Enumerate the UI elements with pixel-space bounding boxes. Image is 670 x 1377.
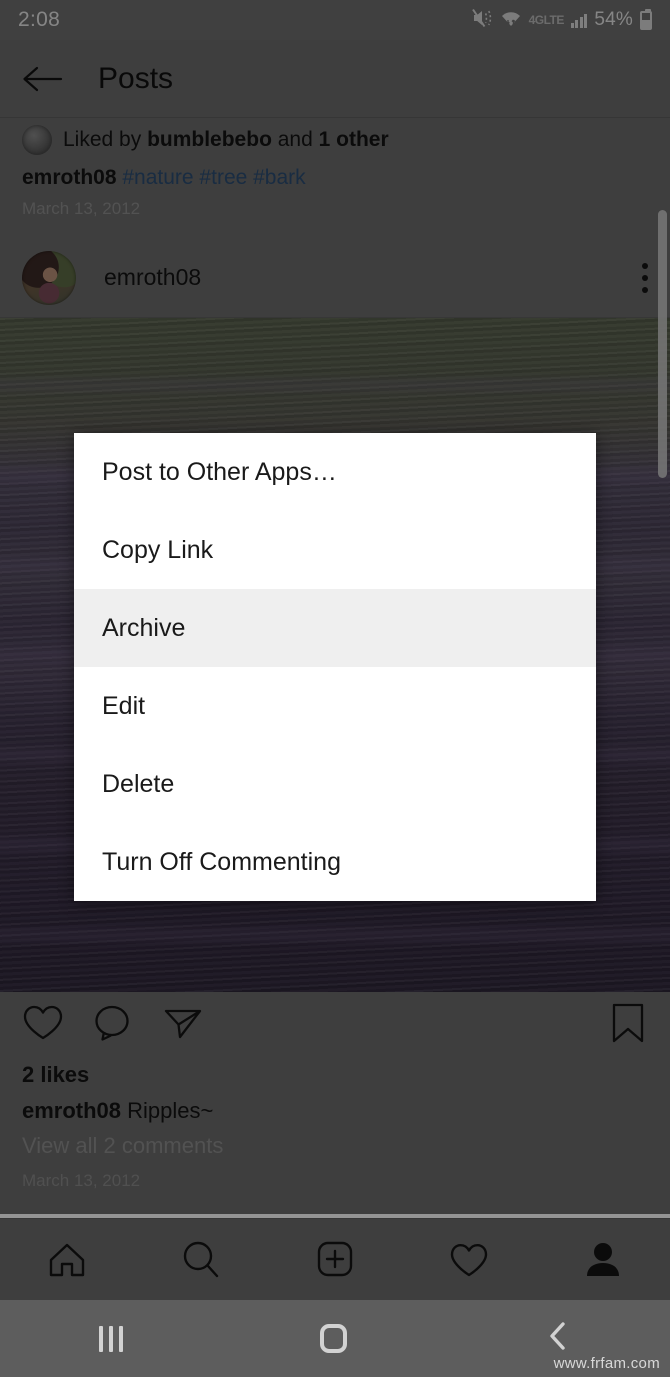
recents-icon[interactable] bbox=[98, 1325, 123, 1352]
likes-count[interactable]: 2 likes bbox=[22, 1062, 648, 1088]
avatar[interactable] bbox=[22, 250, 76, 305]
app-header: Posts bbox=[0, 40, 670, 118]
menu-item-turn-off-commenting[interactable]: Turn Off Commenting bbox=[74, 823, 596, 901]
previous-post-username[interactable]: emroth08 bbox=[22, 166, 117, 189]
back-arrow-icon[interactable] bbox=[20, 64, 64, 94]
menu-item-edit[interactable]: Edit bbox=[74, 667, 596, 745]
activity-heart-icon[interactable] bbox=[445, 1237, 493, 1283]
menu-item-post-to-other-apps[interactable]: Post to Other Apps… bbox=[74, 433, 596, 511]
mute-icon bbox=[471, 8, 493, 33]
liked-by-username[interactable]: bumblebebo bbox=[147, 128, 272, 151]
home-icon[interactable] bbox=[43, 1237, 91, 1283]
heart-icon[interactable] bbox=[22, 1004, 64, 1042]
back-button-icon[interactable] bbox=[545, 1321, 571, 1356]
status-bar-indicators: 4GLTE 54% bbox=[471, 8, 652, 33]
wifi-icon bbox=[500, 8, 522, 33]
liked-by-text: Liked by bumblebebo and 1 other bbox=[63, 128, 389, 152]
caption-text: Ripples~ bbox=[121, 1098, 214, 1123]
previous-post-date: March 13, 2012 bbox=[22, 199, 141, 218]
post-date: March 13, 2012 bbox=[22, 1171, 141, 1190]
home-button-icon[interactable] bbox=[320, 1324, 348, 1353]
scrollbar-thumb[interactable] bbox=[658, 210, 667, 478]
liked-by-row[interactable]: Liked by bumblebebo and 1 other bbox=[22, 122, 648, 158]
more-options-icon[interactable] bbox=[642, 262, 648, 293]
previous-post-caption: emroth08 #nature #tree #bark bbox=[22, 166, 648, 190]
status-bar-clock: 2:08 bbox=[18, 8, 61, 31]
post-action-bar bbox=[0, 992, 670, 1054]
post-header: emroth08 bbox=[0, 238, 670, 318]
view-all-comments-link[interactable]: View all 2 comments bbox=[22, 1133, 648, 1159]
menu-item-copy-link[interactable]: Copy Link bbox=[74, 511, 596, 589]
menu-item-archive[interactable]: Archive bbox=[74, 589, 596, 667]
liked-by-middle: and bbox=[271, 128, 319, 151]
search-icon[interactable] bbox=[177, 1237, 225, 1283]
lte-icon: 4GLTE bbox=[528, 13, 565, 27]
bookmark-icon[interactable] bbox=[608, 1001, 648, 1045]
post-options-menu: Post to Other Apps… Copy Link Archive Ed… bbox=[74, 433, 596, 901]
liked-by-avatar bbox=[22, 125, 52, 155]
caption-username[interactable]: emroth08 bbox=[22, 1098, 121, 1123]
battery-percent-label: 54% bbox=[594, 9, 633, 30]
comment-icon[interactable] bbox=[92, 1004, 134, 1042]
battery-icon bbox=[640, 8, 652, 30]
previous-post-hashtags[interactable]: #nature #tree #bark bbox=[122, 166, 305, 189]
menu-item-delete[interactable]: Delete bbox=[74, 745, 596, 823]
signal-bars-icon bbox=[570, 13, 588, 28]
page-title: Posts bbox=[98, 61, 174, 95]
liked-by-others[interactable]: 1 other bbox=[319, 128, 389, 151]
post-meta: 2 likes emroth08 Ripples~ View all 2 com… bbox=[0, 1054, 670, 1214]
android-navigation-bar: www.frfam.com bbox=[0, 1300, 670, 1377]
share-icon[interactable] bbox=[162, 1004, 204, 1042]
profile-icon[interactable] bbox=[579, 1237, 627, 1283]
status-bar: 2:08 4GLTE 54% bbox=[0, 0, 670, 40]
bottom-tab-bar bbox=[0, 1218, 670, 1301]
previous-post-footer: Liked by bumblebebo and 1 other emroth08… bbox=[0, 118, 670, 238]
liked-by-prefix: Liked by bbox=[63, 128, 148, 151]
post-username[interactable]: emroth08 bbox=[104, 264, 201, 291]
post-caption: emroth08 Ripples~ bbox=[22, 1098, 648, 1124]
watermark: www.frfam.com bbox=[553, 1355, 660, 1372]
add-post-icon[interactable] bbox=[311, 1237, 359, 1283]
